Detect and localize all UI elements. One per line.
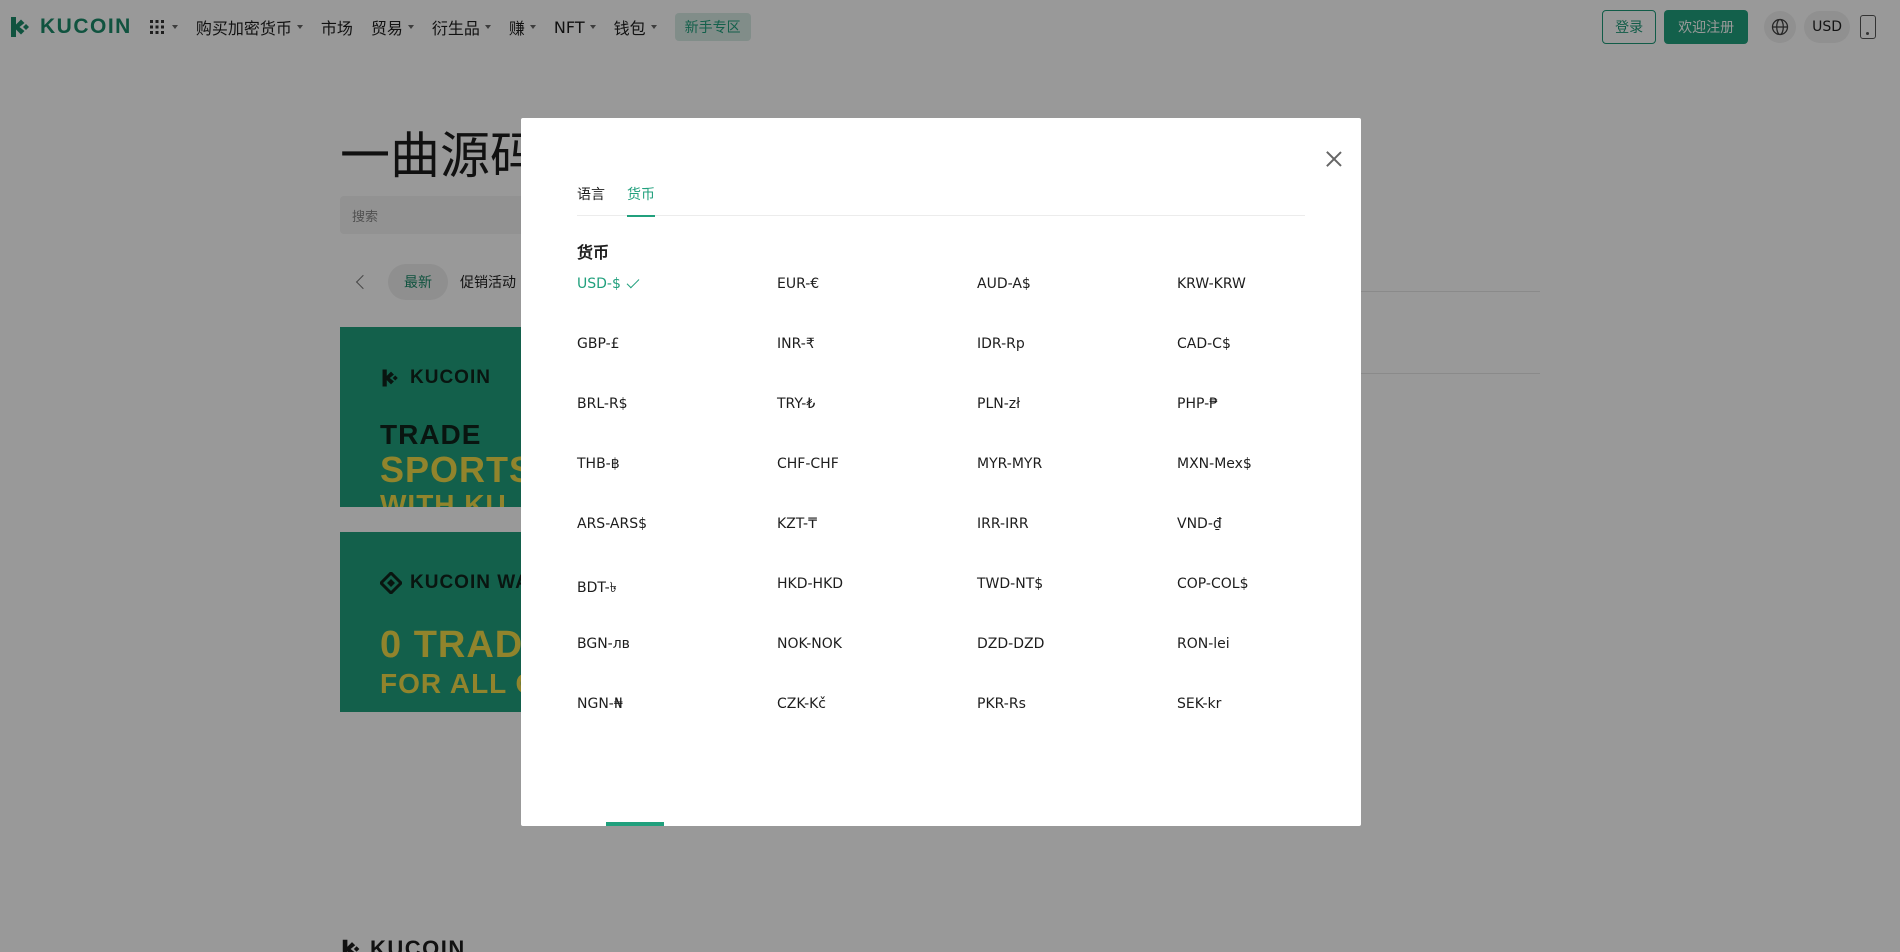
currency-option-label: PLN-zł [977,396,1021,412]
currency-option-label: TRY-₺ [777,396,816,412]
section-title: 货币 [577,243,610,262]
currency-option-label: PHP-₱ [1177,396,1219,412]
currency-option-label: KRW-KRW [1177,276,1246,292]
currency-option[interactable]: PKR-Rs [977,696,1177,756]
currency-option[interactable]: DZD-DZD [977,636,1177,696]
currency-option[interactable]: USD-$ [577,275,777,336]
currency-option-label: TWD-NT$ [977,576,1044,592]
tab-currency[interactable]: 货币 [627,180,655,217]
currency-option[interactable]: PLN-zł [977,396,1177,456]
currency-option[interactable]: TRY-₺ [777,396,977,456]
currency-option-label: CHF-CHF [777,456,839,472]
currency-option-label: VND-₫ [1177,516,1222,532]
currency-option[interactable]: RON-lei [1177,636,1377,696]
currency-option[interactable]: MXN-Mex$ [1177,456,1377,516]
currency-option-label: BGN-лв [577,636,630,652]
currency-option[interactable]: NOK-NOK [777,636,977,696]
scroll-indicator [606,822,664,826]
modal-tabs: 语言 货币 [577,180,1305,217]
currency-option-label: NGN-₦ [577,696,623,712]
currency-option-label: RON-lei [1177,636,1230,652]
currency-option[interactable]: PHP-₱ [1177,396,1377,456]
currency-option[interactable]: VND-₫ [1177,516,1377,576]
currency-option-label: SEK-kr [1177,696,1222,712]
currency-option-label: USD-$ [577,276,621,292]
currency-option[interactable]: ARS-ARS$ [577,516,777,576]
currency-option-label: ARS-ARS$ [577,516,648,532]
currency-option-label: KZT-₸ [777,516,817,532]
currency-option-label: INR-₹ [777,336,815,352]
currency-grid: USD-$ EUR-€ AUD-A$ KRW-KRW GBP-£ INR-₹ IDR-Rp C… [577,275,1377,756]
currency-option-label: CZK-Kč [777,696,827,712]
currency-option[interactable]: CAD-C$ [1177,336,1377,396]
currency-option[interactable]: SEK-kr [1177,696,1377,756]
currency-option-label: IDR-Rp [977,336,1025,352]
currency-option-label: BDT-৳ [577,580,617,596]
currency-option-label: BRL-R$ [577,396,628,412]
currency-option[interactable]: INR-₹ [777,336,977,396]
currency-option-label: GBP-£ [577,336,620,352]
currency-option[interactable]: THB-฿ [577,456,777,516]
currency-option[interactable]: KZT-₸ [777,516,977,576]
currency-option-label: MYR-MYR [977,456,1043,472]
currency-option[interactable]: BRL-R$ [577,396,777,456]
currency-option-label: CAD-C$ [1177,336,1231,352]
currency-option[interactable]: KRW-KRW [1177,276,1377,336]
language-currency-modal: 语言 货币 货币 USD-$ EUR-€ AUD-A$ KRW-KRW GBP-£ INR… [521,118,1361,826]
currency-option[interactable]: NGN-₦ [577,696,777,756]
currency-option[interactable]: MYR-MYR [977,456,1177,516]
currency-option[interactable]: HKD-HKD [777,576,977,636]
currency-option[interactable]: IRR-IRR [977,516,1177,576]
tab-language[interactable]: 语言 [577,180,605,216]
currency-option-label: NOK-NOK [777,636,842,652]
close-icon[interactable] [1323,148,1345,170]
currency-option-label: EUR-€ [777,276,820,292]
currency-option[interactable]: IDR-Rp [977,336,1177,396]
currency-option-label: COP-COL$ [1177,576,1249,592]
currency-option[interactable]: AUD-A$ [977,276,1177,336]
currency-option[interactable]: TWD-NT$ [977,576,1177,636]
currency-option[interactable]: GBP-£ [577,336,777,396]
currency-option-label: MXN-Mex$ [1177,456,1252,472]
currency-option[interactable]: CHF-CHF [777,456,977,516]
currency-option-label: IRR-IRR [977,516,1029,532]
currency-option[interactable]: EUR-€ [777,276,977,336]
currency-option-label: DZD-DZD [977,636,1045,652]
currency-option-label: PKR-Rs [977,696,1026,712]
currency-option[interactable]: CZK-Kč [777,696,977,756]
currency-option-label: AUD-A$ [977,276,1031,292]
currency-option[interactable]: BDT-৳ [577,576,777,636]
check-icon [626,275,640,289]
currency-option-label: THB-฿ [577,456,620,472]
currency-option[interactable]: BGN-лв [577,636,777,696]
currency-option[interactable]: COP-COL$ [1177,576,1377,636]
currency-option-label: HKD-HKD [777,576,844,592]
